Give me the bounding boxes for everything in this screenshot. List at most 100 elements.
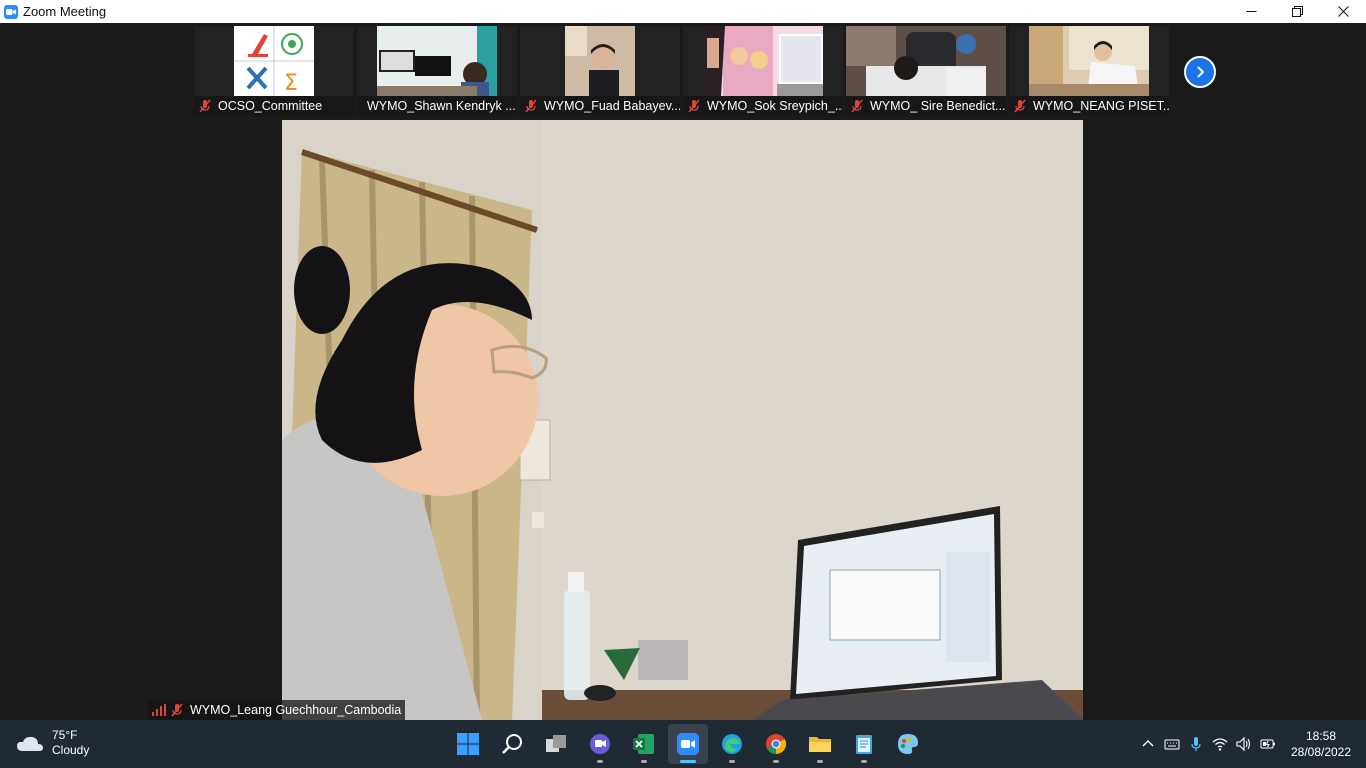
network-button[interactable] <box>1208 720 1232 768</box>
participant-name: WYMO_Shawn Kendryk ... <box>367 99 516 113</box>
participant-name-bar: WYMO_NEANG PISET... <box>1009 96 1169 116</box>
chevron-up-icon <box>1142 740 1154 747</box>
muted-mic-icon <box>171 703 183 717</box>
committee-logo: Σ <box>234 26 314 96</box>
battery-button[interactable] <box>1256 720 1280 768</box>
title-bar: Zoom Meeting <box>0 0 1366 23</box>
battery-charging-icon <box>1260 739 1275 749</box>
active-speaker-video[interactable] <box>282 120 1083 720</box>
window-title: Zoom Meeting <box>23 4 107 19</box>
clock-date: 28/08/2022 <box>1290 745 1352 759</box>
taskbar-app-edge[interactable] <box>712 724 752 764</box>
windows-taskbar: 75°F Cloudy 18:58 28/08/2022 <box>0 720 1366 768</box>
participant-name: WYMO_Fuad Babayev... <box>544 99 680 113</box>
participant-name: WYMO_NEANG PISET... <box>1033 99 1169 113</box>
taskbar-app-chrome[interactable] <box>756 724 796 764</box>
participant-tile[interactable]: Σ OCSO_Committee <box>194 26 354 116</box>
clock[interactable]: 18:58 28/08/2022 <box>1280 728 1362 760</box>
participant-video <box>703 26 823 96</box>
meeting-stage: Σ OCSO_Committee WYMO_Shawn Kendryk ... … <box>0 23 1366 720</box>
edge-icon <box>722 734 742 754</box>
chrome-icon <box>766 734 787 755</box>
taskbar-app-file-explorer[interactable] <box>800 724 840 764</box>
minimize-icon <box>1246 11 1256 12</box>
participant-name: WYMO_Sok Sreypich_... <box>707 99 843 113</box>
chat-icon <box>590 734 610 754</box>
muted-mic-icon <box>1014 99 1026 113</box>
close-button[interactable] <box>1320 0 1366 23</box>
microphone-in-use-button[interactable] <box>1184 720 1208 768</box>
running-indicator <box>817 760 823 763</box>
start-button[interactable] <box>448 724 488 764</box>
restore-button[interactable] <box>1274 0 1320 23</box>
windows-logo-icon <box>457 733 479 755</box>
participant-video <box>1029 26 1149 96</box>
signal-strength-icon <box>152 704 166 716</box>
microphone-icon <box>1191 737 1201 751</box>
taskbar-app-zoom[interactable] <box>668 724 708 764</box>
participant-tile[interactable]: WYMO_Sok Sreypich_... <box>683 26 843 116</box>
close-icon <box>1337 6 1349 17</box>
task-view-icon <box>546 735 566 752</box>
participant-name-bar: OCSO_Committee <box>194 96 354 116</box>
running-indicator <box>641 760 647 763</box>
speaker-video-frame <box>282 120 1083 720</box>
participant-tile[interactable]: WYMO_Fuad Babayev... <box>520 26 680 116</box>
taskbar-app-notepad[interactable] <box>844 724 884 764</box>
search-icon <box>502 734 522 754</box>
muted-mic-icon <box>199 99 211 113</box>
zoom-icon <box>677 733 699 755</box>
taskbar-app-paint[interactable] <box>888 724 928 764</box>
weather-temperature: 75°F <box>52 728 78 742</box>
wifi-icon <box>1212 738 1228 751</box>
system-tray: 18:58 28/08/2022 <box>1136 720 1366 768</box>
running-indicator <box>861 760 867 763</box>
active-speaker-name: WYMO_Leang Guechhour_Cambodia <box>190 703 402 717</box>
svg-text:Σ: Σ <box>284 71 298 96</box>
participant-tile[interactable]: WYMO_NEANG PISET... <box>1009 26 1169 116</box>
weather-widget[interactable]: 75°F Cloudy <box>16 728 89 758</box>
muted-mic-icon <box>688 99 700 113</box>
participant-tile[interactable]: WYMO_Shawn Kendryk ... <box>357 26 517 116</box>
participant-video <box>377 26 497 96</box>
chevron-right-icon <box>1197 66 1205 78</box>
folder-icon <box>809 737 831 752</box>
running-indicator <box>597 760 603 763</box>
weather-condition: Cloudy <box>52 743 90 757</box>
clock-time: 18:58 <box>1305 729 1337 743</box>
taskbar-apps <box>448 724 928 764</box>
participant-tile[interactable]: WYMO_ Sire Benedict... <box>846 26 1006 116</box>
muted-mic-icon <box>851 99 863 113</box>
next-participants-button[interactable] <box>1184 56 1216 88</box>
taskbar-app-teams-chat[interactable] <box>580 724 620 764</box>
keyboard-icon <box>1164 739 1180 750</box>
taskbar-app-excel[interactable] <box>624 724 664 764</box>
active-indicator <box>680 760 696 763</box>
restore-icon <box>1291 6 1303 17</box>
task-view-button[interactable] <box>536 724 576 764</box>
search-button[interactable] <box>492 724 532 764</box>
speaker-icon <box>1236 736 1251 752</box>
participant-strip: Σ OCSO_Committee WYMO_Shawn Kendryk ... … <box>194 26 1169 116</box>
participant-video <box>846 26 1006 96</box>
volume-button[interactable] <box>1232 720 1256 768</box>
running-indicator <box>729 760 735 763</box>
cloud-icon <box>17 736 43 751</box>
participant-name-bar: WYMO_Sok Sreypich_... <box>683 96 843 116</box>
minimize-button[interactable] <box>1228 0 1274 23</box>
keyboard-button[interactable] <box>1160 720 1184 768</box>
excel-icon <box>633 734 654 754</box>
participant-name: OCSO_Committee <box>218 99 323 113</box>
show-hidden-icons-button[interactable] <box>1136 720 1160 768</box>
zoom-app-icon <box>4 4 18 19</box>
running-indicator <box>773 760 779 763</box>
notepad-icon <box>856 735 872 754</box>
participant-video <box>565 26 635 96</box>
participant-name: WYMO_ Sire Benedict... <box>870 99 1006 113</box>
participant-name-bar: WYMO_Fuad Babayev... <box>520 96 680 116</box>
participant-name-bar: WYMO_Shawn Kendryk ... <box>357 96 517 116</box>
muted-mic-icon <box>525 99 537 113</box>
active-speaker-name-bar: WYMO_Leang Guechhour_Cambodia <box>148 700 406 720</box>
participant-name-bar: WYMO_ Sire Benedict... <box>846 96 1006 116</box>
paint-icon <box>898 734 918 754</box>
